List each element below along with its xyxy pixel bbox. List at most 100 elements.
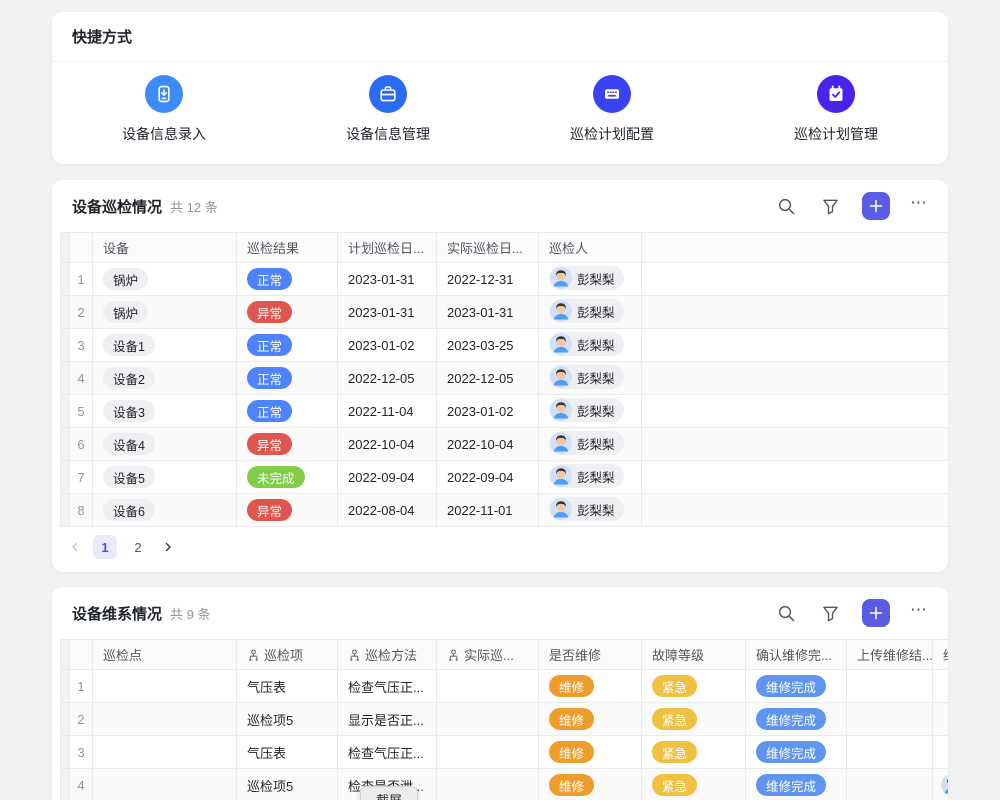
inspector-cell[interactable]: 彭梨梨 (539, 461, 642, 494)
planned-date-cell[interactable]: 2022-11-04 (338, 395, 437, 428)
column-header-巡检项[interactable]: 巡检项 (237, 640, 338, 670)
result-cell[interactable]: 未完成 (237, 461, 338, 494)
column-header-上传维修结[interactable]: 上传维修结... (847, 640, 933, 670)
column-header-巡检方法[interactable]: 巡检方法 (338, 640, 437, 670)
device-cell[interactable]: 锅炉 (93, 263, 237, 296)
actual-date-cell[interactable]: 2022-12-05 (437, 362, 539, 395)
actual-date-cell[interactable]: 2022-10-04 (437, 428, 539, 461)
actual-date-cell[interactable]: 2022-11-01 (437, 494, 539, 527)
planned-date-cell[interactable]: 2023-01-02 (338, 329, 437, 362)
planned-date-cell[interactable]: 2022-12-05 (338, 362, 437, 395)
chevron-left-icon[interactable] (66, 535, 84, 559)
search-icon[interactable] (774, 194, 798, 218)
shortcut-device-entry[interactable]: 设备信息录入 (52, 75, 276, 144)
more-icon[interactable]: ⋯ (910, 193, 928, 219)
item-cell[interactable]: 气压表 (237, 736, 338, 769)
add-record-button[interactable] (862, 599, 890, 627)
actual-cell[interactable] (437, 736, 539, 769)
more-icon[interactable]: ⋯ (910, 600, 928, 626)
last-column-cell[interactable] (933, 769, 949, 800)
actual-cell[interactable] (437, 769, 539, 800)
device-cell[interactable]: 设备5 (93, 461, 237, 494)
inspector-cell[interactable]: 彭梨梨 (539, 329, 642, 362)
device-cell[interactable]: 设备4 (93, 428, 237, 461)
column-header-巡检结果[interactable]: 巡检结果 (237, 233, 338, 263)
item-cell[interactable]: 巡检项5 (237, 703, 338, 736)
actual-date-cell[interactable]: 2022-09-04 (437, 461, 539, 494)
result-cell[interactable]: 异常 (237, 428, 338, 461)
actual-cell[interactable] (437, 703, 539, 736)
result-cell[interactable]: 正常 (237, 329, 338, 362)
search-icon[interactable] (774, 601, 798, 625)
planned-date-cell[interactable]: 2022-10-04 (338, 428, 437, 461)
last-column-cell[interactable] (933, 703, 949, 736)
inspector-cell[interactable]: 彭梨梨 (539, 395, 642, 428)
point-cell[interactable] (93, 736, 237, 769)
confirm-cell[interactable]: 维修完成 (746, 703, 847, 736)
column-header-实际巡[interactable]: 实际巡... (437, 640, 539, 670)
column-header-巡检人[interactable]: 巡检人 (539, 233, 642, 263)
method-cell[interactable]: 检查气压正... (338, 736, 437, 769)
repair-cell[interactable]: 维修 (539, 736, 642, 769)
actual-date-cell[interactable]: 2023-01-31 (437, 296, 539, 329)
page-button-1[interactable]: 1 (93, 535, 117, 559)
level-cell[interactable]: 紧急 (642, 769, 746, 800)
inspector-cell[interactable]: 彭梨梨 (539, 263, 642, 296)
actual-date-cell[interactable]: 2022-12-31 (437, 263, 539, 296)
column-header-确认维修完[interactable]: 确认维修完... (746, 640, 847, 670)
last-column-cell[interactable] (933, 736, 949, 769)
upload-cell[interactable] (847, 670, 933, 703)
method-cell[interactable]: 检查气压正... (338, 670, 437, 703)
inspector-cell[interactable]: 彭梨梨 (539, 428, 642, 461)
inspector-cell[interactable]: 彭梨梨 (539, 494, 642, 527)
inspector-cell[interactable]: 彭梨梨 (539, 362, 642, 395)
repair-cell[interactable]: 维修 (539, 670, 642, 703)
inspector-cell[interactable]: 彭梨梨 (539, 296, 642, 329)
filter-icon[interactable] (818, 601, 842, 625)
shortcut-calendar-check[interactable]: 巡检计划管理 (724, 75, 948, 144)
planned-date-cell[interactable]: 2023-01-31 (338, 263, 437, 296)
actual-date-cell[interactable]: 2023-01-02 (437, 395, 539, 428)
chevron-right-icon[interactable] (159, 535, 177, 559)
result-cell[interactable]: 正常 (237, 263, 338, 296)
column-header-维[interactable]: 维 (933, 640, 949, 670)
device-cell[interactable]: 设备3 (93, 395, 237, 428)
point-cell[interactable] (93, 670, 237, 703)
upload-cell[interactable] (847, 703, 933, 736)
method-cell[interactable]: 显示是否正... (338, 703, 437, 736)
item-cell[interactable]: 气压表 (237, 670, 338, 703)
column-header-计划巡检日[interactable]: 计划巡检日... (338, 233, 437, 263)
device-cell[interactable]: 设备6 (93, 494, 237, 527)
upload-cell[interactable] (847, 769, 933, 800)
actual-date-cell[interactable]: 2023-03-25 (437, 329, 539, 362)
device-cell[interactable]: 设备1 (93, 329, 237, 362)
planned-date-cell[interactable]: 2022-08-04 (338, 494, 437, 527)
confirm-cell[interactable]: 维修完成 (746, 769, 847, 800)
level-cell[interactable]: 紧急 (642, 736, 746, 769)
column-header-巡检点[interactable]: 巡检点 (93, 640, 237, 670)
add-record-button[interactable] (862, 192, 890, 220)
column-header-实际巡检日[interactable]: 实际巡检日... (437, 233, 539, 263)
result-cell[interactable]: 正常 (237, 395, 338, 428)
column-header-是否维修[interactable]: 是否维修 (539, 640, 642, 670)
repair-cell[interactable]: 维修 (539, 769, 642, 800)
level-cell[interactable]: 紧急 (642, 703, 746, 736)
planned-date-cell[interactable]: 2022-09-04 (338, 461, 437, 494)
screenshot-chip[interactable]: 截屏 (360, 786, 418, 800)
filter-icon[interactable] (818, 194, 842, 218)
point-cell[interactable] (93, 703, 237, 736)
level-cell[interactable]: 紧急 (642, 670, 746, 703)
upload-cell[interactable] (847, 736, 933, 769)
shortcut-briefcase[interactable]: 设备信息管理 (276, 75, 500, 144)
device-cell[interactable]: 设备2 (93, 362, 237, 395)
column-header-故障等级[interactable]: 故障等级 (642, 640, 746, 670)
actual-cell[interactable] (437, 670, 539, 703)
column-header-设备[interactable]: 设备 (93, 233, 237, 263)
planned-date-cell[interactable]: 2023-01-31 (338, 296, 437, 329)
device-cell[interactable]: 锅炉 (93, 296, 237, 329)
confirm-cell[interactable]: 维修完成 (746, 670, 847, 703)
result-cell[interactable]: 异常 (237, 494, 338, 527)
repair-cell[interactable]: 维修 (539, 703, 642, 736)
page-button-2[interactable]: 2 (126, 535, 150, 559)
shortcut-keyboard[interactable]: 巡检计划配置 (500, 75, 724, 144)
